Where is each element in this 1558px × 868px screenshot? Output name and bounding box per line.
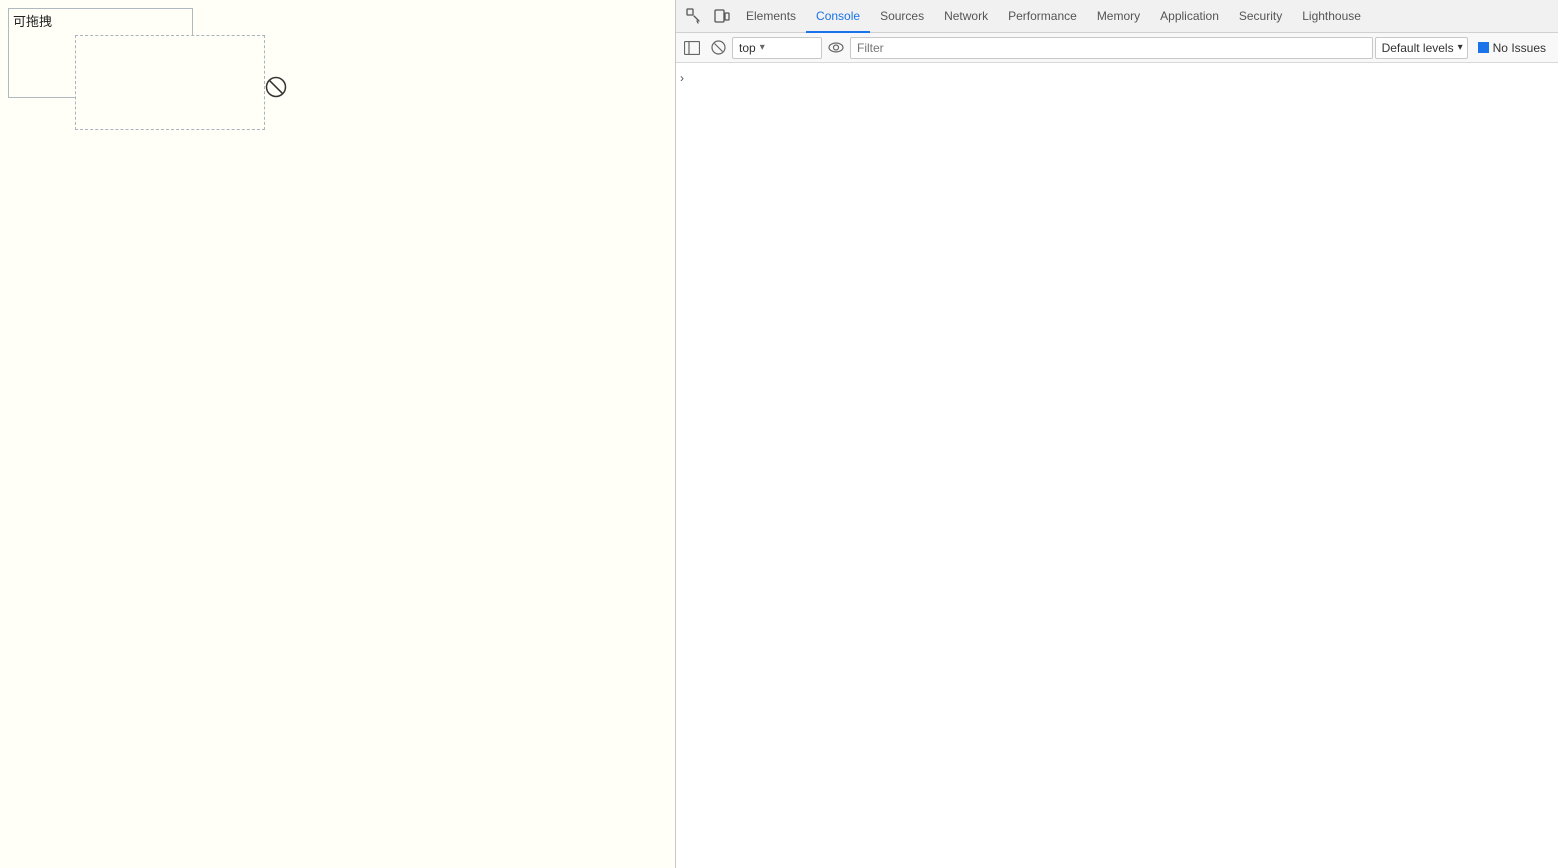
default-levels-button[interactable]: Default levels ▾ <box>1375 37 1468 59</box>
console-expand-chevron[interactable]: › <box>680 71 684 85</box>
levels-chevron-icon: ▾ <box>1458 42 1463 53</box>
tab-console[interactable]: Console <box>806 0 870 33</box>
no-issues-checkbox <box>1478 42 1489 53</box>
filter-input[interactable] <box>850 37 1373 59</box>
tab-network[interactable]: Network <box>934 0 998 33</box>
device-toolbar-icon[interactable] <box>708 2 736 30</box>
context-selector[interactable]: top ▾ <box>732 37 822 59</box>
devtools-tabs-bar: Elements Console Sources Network Perform… <box>676 0 1558 33</box>
tab-application[interactable]: Application <box>1150 0 1229 33</box>
console-sidebar-icon[interactable] <box>680 36 704 60</box>
webpage-area: 可拖拽 可拖拽 <box>0 0 675 868</box>
tab-security[interactable]: Security <box>1229 0 1292 33</box>
tab-elements[interactable]: Elements <box>736 0 806 33</box>
drag-drop-target[interactable] <box>75 35 265 130</box>
drag-box-outer-label: 可拖拽 <box>13 11 52 30</box>
tab-memory[interactable]: Memory <box>1087 0 1150 33</box>
default-levels-label: Default levels <box>1382 41 1454 55</box>
tab-lighthouse[interactable]: Lighthouse <box>1292 0 1371 33</box>
no-drop-icon <box>265 76 287 104</box>
eye-icon[interactable] <box>824 36 848 60</box>
context-value: top <box>739 41 756 55</box>
no-issues-label: No Issues <box>1493 41 1546 55</box>
clear-console-icon[interactable] <box>706 36 730 60</box>
console-toolbar: top ▾ Default levels ▾ No Issues <box>676 33 1558 63</box>
console-content: › <box>676 63 1558 868</box>
devtools-panel: Elements Console Sources Network Perform… <box>675 0 1558 868</box>
tab-sources[interactable]: Sources <box>870 0 934 33</box>
inspect-element-icon[interactable] <box>680 2 708 30</box>
context-chevron-icon: ▾ <box>760 42 765 53</box>
no-issues-badge[interactable]: No Issues <box>1470 37 1554 59</box>
tab-performance[interactable]: Performance <box>998 0 1087 33</box>
